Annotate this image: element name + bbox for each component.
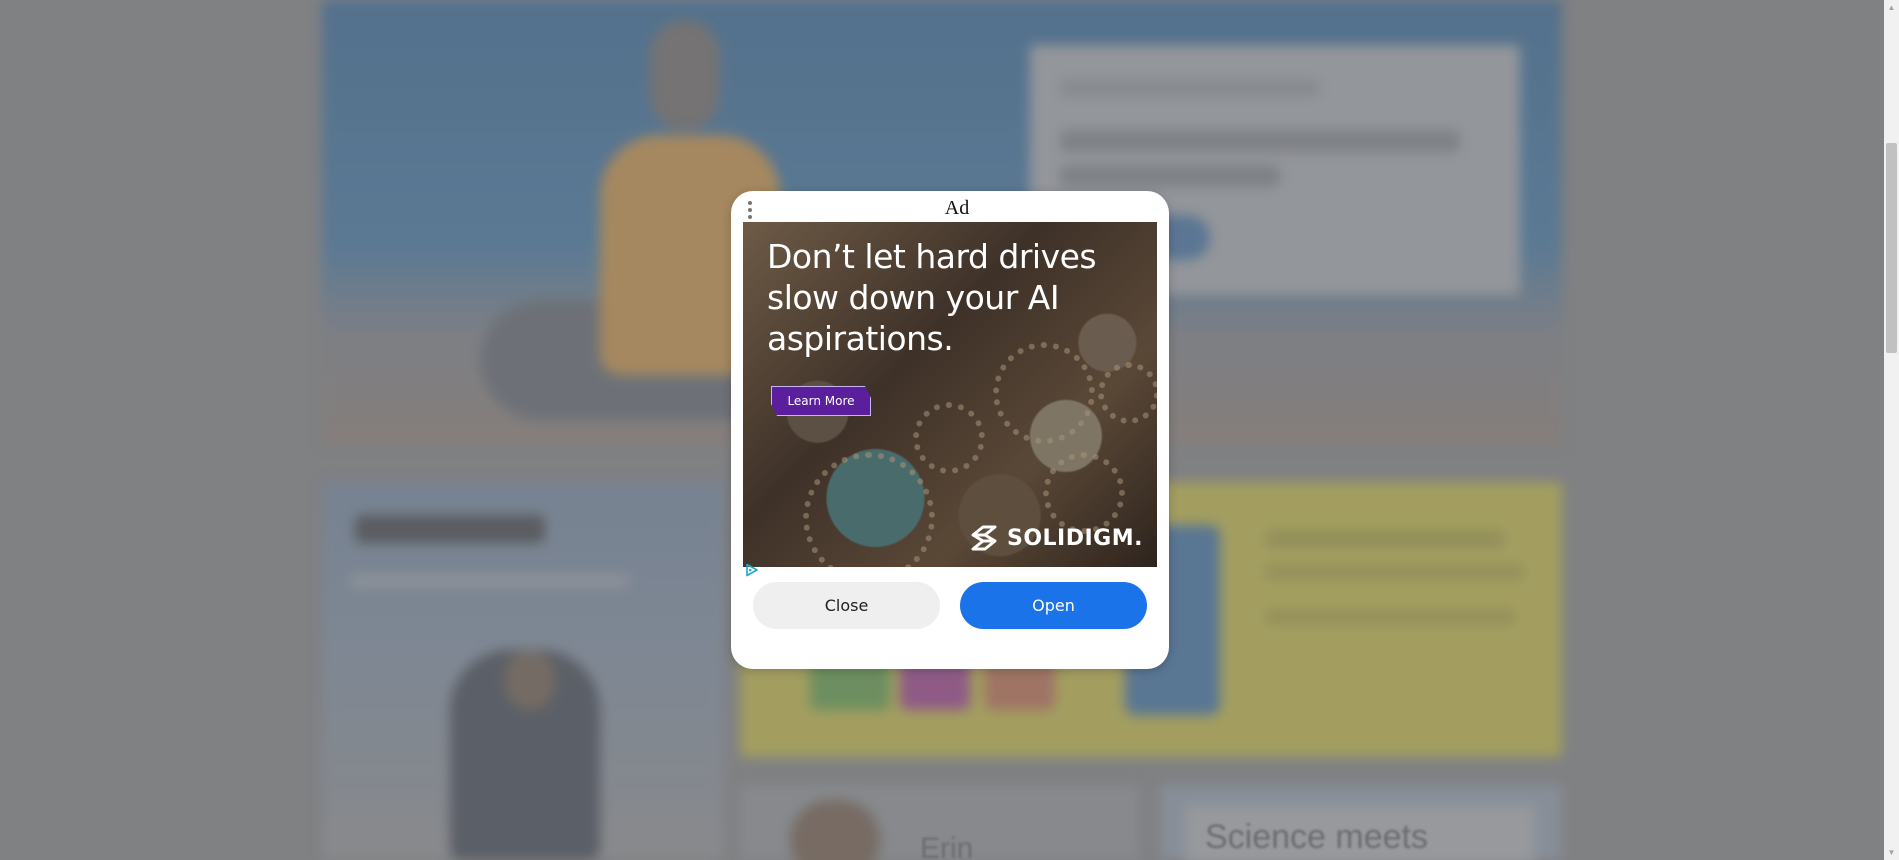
ad-headline: Don’t let hard drives slow down your AI … (767, 237, 1097, 358)
ad-brand: SOLIDIGM. (967, 523, 1143, 553)
ad-modal: Ad Don’t let hard drives slow down your … (731, 191, 1169, 669)
modal-title: Ad (944, 197, 970, 219)
gear-decoration (1043, 452, 1125, 534)
close-button[interactable]: Close (753, 582, 940, 629)
page: Erin Science meets ▲ ▼ Ad Don’t let hard… (0, 0, 1899, 860)
adchoices-icon[interactable] (745, 563, 759, 577)
gear-decoration (803, 452, 935, 567)
learn-more-button[interactable]: Learn More (771, 386, 871, 416)
scroll-up-arrow-icon[interactable]: ▲ (1884, 0, 1899, 15)
gear-decoration (1098, 362, 1157, 424)
solidigm-logo-icon (971, 525, 997, 551)
open-button[interactable]: Open (960, 582, 1147, 629)
ad-creative[interactable]: Don’t let hard drives slow down your AI … (743, 222, 1157, 567)
scroll-down-arrow-icon[interactable]: ▼ (1884, 845, 1899, 860)
gear-decoration (913, 402, 985, 474)
ad-brand-name: SOLIDIGM. (1006, 525, 1143, 551)
scrollbar-thumb[interactable] (1886, 143, 1897, 353)
vertical-scrollbar[interactable]: ▲ ▼ (1884, 0, 1899, 860)
